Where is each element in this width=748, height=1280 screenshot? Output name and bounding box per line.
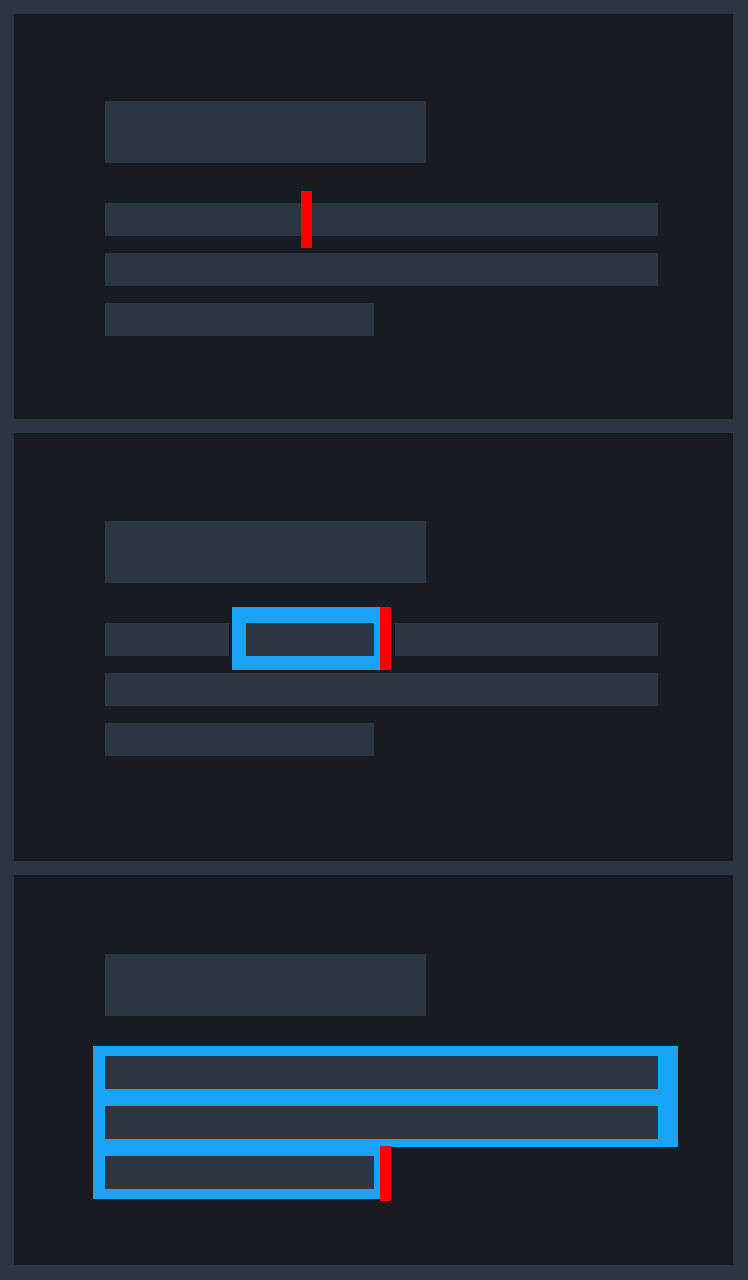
text-cursor	[380, 607, 391, 670]
text-line-2[interactable]	[105, 1106, 658, 1139]
panel-word-selected	[14, 433, 733, 861]
text-line-2[interactable]	[105, 253, 658, 286]
text-line-2[interactable]	[105, 673, 658, 706]
title-placeholder	[105, 521, 426, 583]
text-line-1[interactable]	[105, 203, 658, 236]
panel-caret-only	[14, 14, 733, 419]
text-line-3[interactable]	[105, 303, 374, 336]
selection-states-canvas: { "colors": { "page_background": "#2c364…	[0, 0, 748, 1280]
text-line-1-after[interactable]	[395, 623, 658, 656]
text-cursor	[301, 191, 312, 248]
text-line-1[interactable]	[105, 1056, 658, 1089]
selected-word[interactable]	[246, 623, 374, 656]
text-line-3[interactable]	[105, 723, 374, 756]
text-cursor	[380, 1146, 391, 1201]
text-line-3[interactable]	[105, 1156, 374, 1189]
panel-paragraph-selected	[14, 875, 733, 1265]
title-placeholder	[105, 101, 426, 163]
text-line-1-before[interactable]	[105, 623, 229, 656]
title-placeholder	[105, 954, 426, 1016]
